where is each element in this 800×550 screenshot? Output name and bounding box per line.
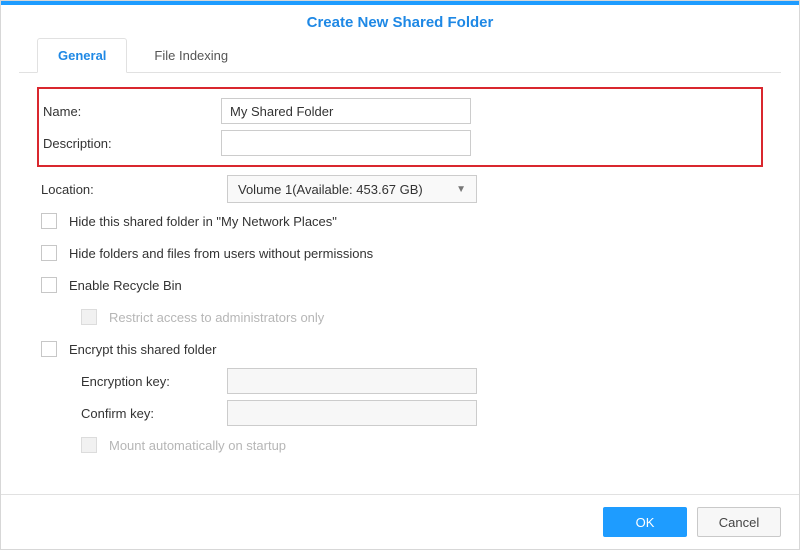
row-confirm-key: Confirm key:: [37, 397, 763, 429]
location-label: Location:: [37, 182, 227, 197]
row-hide-network: Hide this shared folder in "My Network P…: [37, 205, 763, 237]
tab-file-indexing[interactable]: File Indexing: [133, 38, 249, 73]
row-encryption-key: Encryption key:: [37, 365, 763, 397]
hide-no-perm-label: Hide folders and files from users withou…: [69, 246, 373, 261]
tab-content-general: Name: Description: Location: Volume 1(Av…: [1, 73, 799, 494]
description-input[interactable]: [221, 130, 471, 156]
row-hide-no-perm: Hide folders and files from users withou…: [37, 237, 763, 269]
confirm-key-input: [227, 400, 477, 426]
checkbox-hide-no-perm[interactable]: [41, 245, 57, 261]
checkbox-hide-network[interactable]: [41, 213, 57, 229]
location-value: Volume 1(Available: 453.67 GB): [238, 182, 423, 197]
row-name: Name:: [39, 95, 753, 127]
cancel-button[interactable]: Cancel: [697, 507, 781, 537]
enable-recycle-label: Enable Recycle Bin: [69, 278, 182, 293]
row-description: Description:: [39, 127, 753, 159]
dialog-title: Create New Shared Folder: [1, 5, 799, 37]
encrypt-label: Encrypt this shared folder: [69, 342, 216, 357]
mount-auto-label: Mount automatically on startup: [109, 438, 286, 453]
highlight-name-description: Name: Description:: [37, 87, 763, 167]
location-select[interactable]: Volume 1(Available: 453.67 GB) ▼: [227, 175, 477, 203]
name-input[interactable]: [221, 98, 471, 124]
checkbox-encrypt[interactable]: [41, 341, 57, 357]
checkbox-enable-recycle[interactable]: [41, 277, 57, 293]
dialog-footer: OK Cancel: [1, 494, 799, 549]
row-enable-recycle: Enable Recycle Bin: [37, 269, 763, 301]
restrict-admin-label: Restrict access to administrators only: [109, 310, 324, 325]
encryption-key-input: [227, 368, 477, 394]
confirm-key-label: Confirm key:: [81, 406, 227, 421]
dialog-create-shared-folder: Create New Shared Folder General File In…: [0, 0, 800, 550]
hide-network-label: Hide this shared folder in "My Network P…: [69, 214, 337, 229]
checkbox-mount-auto: [81, 437, 97, 453]
tab-bar: General File Indexing: [19, 37, 781, 73]
tab-general[interactable]: General: [37, 38, 127, 73]
encryption-key-label: Encryption key:: [81, 374, 227, 389]
chevron-down-icon: ▼: [456, 184, 466, 195]
row-mount-auto: Mount automatically on startup: [37, 429, 763, 461]
row-location: Location: Volume 1(Available: 453.67 GB)…: [37, 173, 763, 205]
ok-button[interactable]: OK: [603, 507, 687, 537]
row-restrict-admin: Restrict access to administrators only: [37, 301, 763, 333]
description-label: Description:: [39, 136, 221, 151]
checkbox-restrict-admin: [81, 309, 97, 325]
name-label: Name:: [39, 104, 221, 119]
row-encrypt: Encrypt this shared folder: [37, 333, 763, 365]
